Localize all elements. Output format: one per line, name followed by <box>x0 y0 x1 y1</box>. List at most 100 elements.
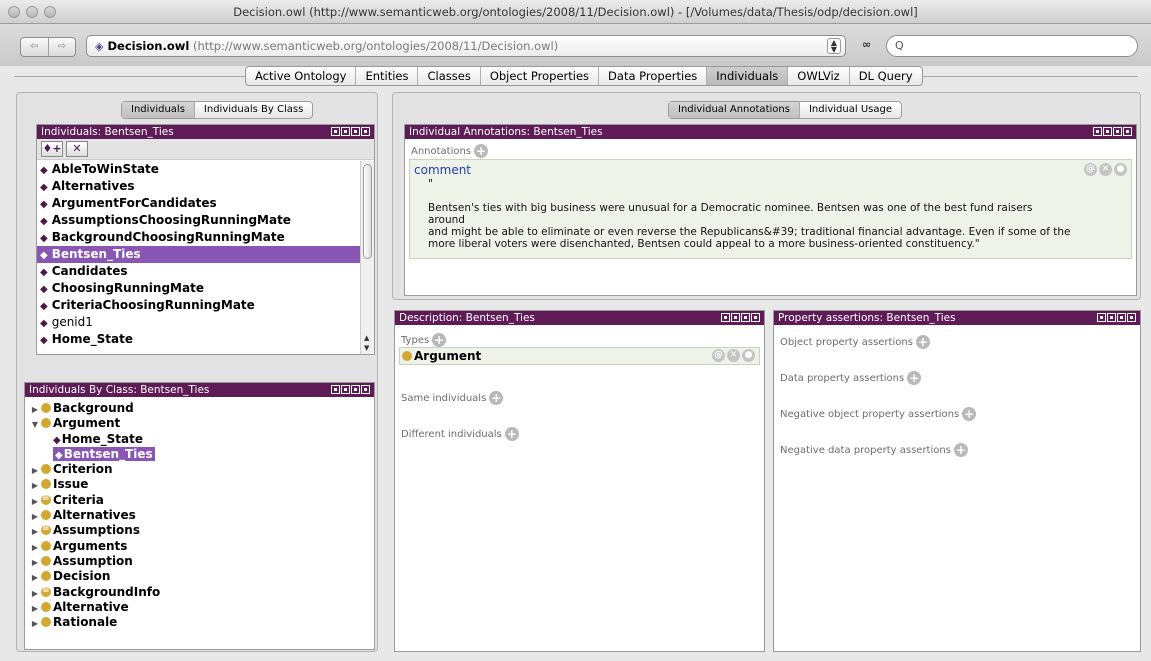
subtab-individual-annotations[interactable]: Individual Annotations <box>669 102 800 118</box>
add-data-property-button[interactable]: + <box>907 371 922 385</box>
list-item[interactable]: ◆ ChoosingRunningMate <box>37 280 360 297</box>
annotation-row[interactable]: comment @ ✕ ● " Bentsen's ties with big … <box>409 159 1132 259</box>
tree-class[interactable]: BackgroundInfo <box>41 583 160 599</box>
tree-class[interactable]: Criteria <box>41 491 104 507</box>
tree-row[interactable]: ◆Bentsen_Ties <box>29 446 374 462</box>
tree-class[interactable]: Argument <box>41 416 120 430</box>
tree-class[interactable]: Decision <box>41 569 110 583</box>
tree-row[interactable]: ▶ Assumptions <box>29 521 374 539</box>
tree-row[interactable]: ▶ BackgroundInfo <box>29 583 374 601</box>
tab-data-properties[interactable]: Data Properties <box>599 67 708 85</box>
annotate-icon[interactable]: @ <box>712 349 725 362</box>
individuals-scrollbar[interactable]: ▲ ▼ <box>360 161 374 354</box>
collapsed-triangle-icon[interactable]: ▶ <box>29 494 41 509</box>
collapsed-triangle-icon[interactable]: ▶ <box>29 524 41 539</box>
collapsed-triangle-icon[interactable]: ▶ <box>29 570 41 585</box>
view-controls[interactable] <box>1097 313 1136 322</box>
tab-owlviz[interactable]: OWLViz <box>788 67 850 85</box>
list-item[interactable]: ◆ Home_State <box>37 331 360 348</box>
delete-individual-button[interactable]: ✕ <box>66 141 88 157</box>
annotation-property[interactable]: comment <box>414 163 471 177</box>
view-controls[interactable] <box>331 127 370 136</box>
collapsed-triangle-icon[interactable]: ▶ <box>29 586 41 601</box>
tree-row[interactable]: ◆Home_State <box>29 432 374 447</box>
tree-individual[interactable]: ◆Home_State <box>53 432 143 446</box>
tree-row[interactable]: ▶ Rationale <box>29 615 374 630</box>
subtab-individual-usage[interactable]: Individual Usage <box>800 102 901 118</box>
tree-row[interactable]: ▶ Alternatives <box>29 508 374 523</box>
zoom-window-button[interactable] <box>44 6 56 18</box>
annotate-icon[interactable]: @ <box>1084 163 1097 176</box>
collapsed-triangle-icon[interactable]: ▶ <box>29 463 41 478</box>
add-negative-object-property-button[interactable]: + <box>962 407 977 421</box>
subtab-individuals-by-class[interactable]: Individuals By Class <box>195 102 312 118</box>
tab-dl-query[interactable]: DL Query <box>850 67 922 85</box>
collapsed-triangle-icon[interactable]: ▶ <box>29 555 41 570</box>
back-button[interactable]: ⇦ <box>21 38 48 56</box>
tree-row[interactable]: ▶ Issue <box>29 477 374 492</box>
delete-icon[interactable]: ✕ <box>727 349 740 362</box>
forward-button[interactable]: ⇨ <box>47 38 76 56</box>
list-item[interactable]: ◆ CriteriaChoosingRunningMate <box>37 297 360 314</box>
ontology-selector[interactable]: ◈ Decision.owl (http://www.semanticweb.or… <box>86 35 846 57</box>
list-item[interactable]: ◆ BackgroundChoosingRunningMate <box>37 229 360 246</box>
list-item[interactable]: ◆ genid1 <box>37 314 360 331</box>
view-controls[interactable] <box>1093 127 1132 136</box>
view-controls[interactable] <box>721 313 760 322</box>
tree-class[interactable]: Rationale <box>41 615 117 629</box>
type-value[interactable]: Argument <box>414 349 481 363</box>
list-item[interactable]: ◆ AssumptionsChoosingRunningMate <box>37 212 360 229</box>
add-object-property-button[interactable]: + <box>915 335 930 349</box>
scroll-up-icon[interactable]: ▲ <box>364 334 369 342</box>
collapsed-triangle-icon[interactable]: ▶ <box>29 478 41 493</box>
close-window-button[interactable] <box>8 6 20 18</box>
chevron-updown-icon[interactable]: ▲ ▼ <box>827 38 841 54</box>
tree-class[interactable]: Alternative <box>41 600 129 614</box>
collapsed-triangle-icon[interactable]: ▶ <box>29 616 41 631</box>
add-negative-data-property-button[interactable]: + <box>953 443 968 457</box>
tab-classes[interactable]: Classes <box>418 67 481 85</box>
tree-row[interactable]: ▶ Criterion <box>29 462 374 477</box>
tab-entities[interactable]: Entities <box>356 67 419 85</box>
collapsed-triangle-icon[interactable]: ▶ <box>29 540 41 555</box>
add-type-button[interactable]: + <box>432 333 447 347</box>
add-annotation-button[interactable]: + <box>474 144 489 158</box>
type-row[interactable]: Argument @ ✕ ● <box>399 347 760 365</box>
list-item[interactable]: ◆ Candidates <box>37 263 360 280</box>
scroll-down-icon[interactable]: ▼ <box>364 344 369 352</box>
add-different-individual-button[interactable]: + <box>504 427 519 441</box>
tree-class[interactable]: Alternatives <box>41 508 136 522</box>
delete-icon[interactable]: ✕ <box>1099 163 1112 176</box>
tab-individuals[interactable]: Individuals <box>707 67 789 85</box>
tree-individual[interactable]: ◆Bentsen_Ties <box>53 446 155 461</box>
collapsed-triangle-icon[interactable]: ▶ <box>29 402 41 417</box>
tree-class[interactable]: Arguments <box>41 539 127 553</box>
collapsed-triangle-icon[interactable]: ▶ <box>29 509 41 524</box>
add-individual-button[interactable]: ♦+ <box>41 141 63 157</box>
binoculars-icon[interactable]: ∞ <box>862 38 871 51</box>
tree-row[interactable]: ▶ Decision <box>29 569 374 584</box>
tree-row[interactable]: ▼ Argument <box>29 416 374 431</box>
collapsed-triangle-icon[interactable]: ▶ <box>29 601 41 616</box>
add-same-individual-button[interactable]: + <box>489 391 504 405</box>
expanded-triangle-icon[interactable]: ▼ <box>29 417 41 432</box>
list-item[interactable]: ◆ Bentsen_Ties <box>37 246 360 263</box>
tab-object-properties[interactable]: Object Properties <box>481 67 600 85</box>
tab-active-ontology[interactable]: Active Ontology <box>246 67 357 85</box>
tree-row[interactable]: ▶ Assumption <box>29 554 374 569</box>
tree-row[interactable]: ▶ Alternative <box>29 600 374 615</box>
tree-class[interactable]: Criterion <box>41 462 113 476</box>
subtab-individuals[interactable]: Individuals <box>122 102 195 118</box>
list-item[interactable]: ◆ AbleToWinState <box>37 161 360 178</box>
list-item[interactable]: ◆ ArgumentForCandidates <box>37 195 360 212</box>
minimize-window-button[interactable] <box>26 6 38 18</box>
edit-icon[interactable]: ● <box>742 349 755 362</box>
tree-class[interactable]: Assumption <box>41 554 133 568</box>
tree-row[interactable]: ▶ Arguments <box>29 539 374 554</box>
edit-icon[interactable]: ● <box>1114 163 1127 176</box>
view-controls[interactable] <box>331 385 370 394</box>
tree-class[interactable]: Issue <box>41 477 88 491</box>
list-item[interactable]: ◆ Alternatives <box>37 178 360 195</box>
tree-row[interactable]: ▶ Background <box>29 401 374 416</box>
tree-row[interactable]: ▶ Criteria <box>29 491 374 509</box>
